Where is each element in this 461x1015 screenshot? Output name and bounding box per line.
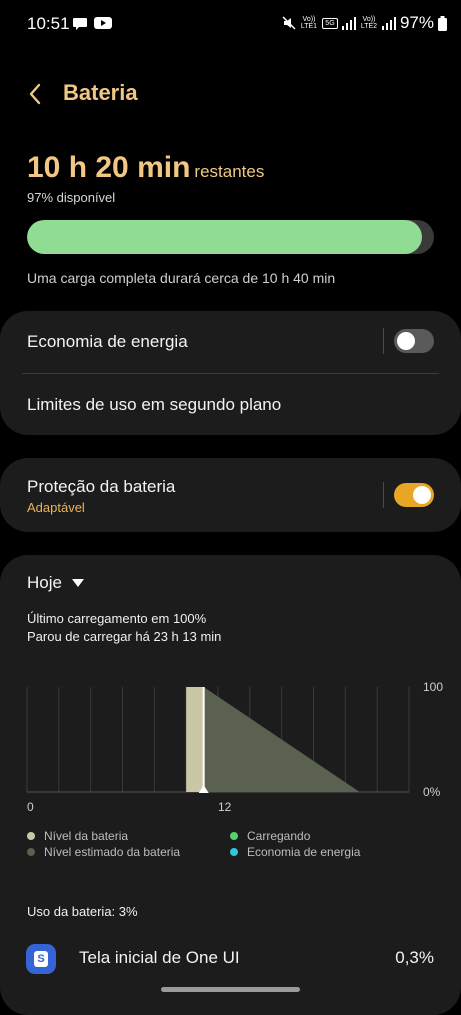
legend-label: Nível da bateria (44, 829, 129, 843)
legend-label: Economia de energia (247, 845, 361, 859)
chat-icon (73, 18, 87, 30)
legend-item: Nível estimado da bateria (27, 845, 180, 859)
legend-dot (27, 848, 35, 856)
volte1-label: Vo)) LTE1 (300, 16, 318, 30)
usage-card: Hoje Último carregamento em 100% Parou d… (0, 555, 461, 1015)
battery-protection-toggle[interactable] (394, 483, 434, 507)
series-battery-level (186, 687, 204, 792)
y-axis-top-label: 100 (423, 680, 444, 694)
navigation-handle[interactable] (161, 987, 300, 992)
legend-item: Nível da bateria (27, 829, 128, 843)
background-limits-item[interactable]: Limites de uso em segundo plano (27, 395, 281, 415)
full-charge-note: Uma carga completa durará cerca de 10 h … (27, 270, 336, 286)
battery-protection-sub: Adaptável (27, 500, 85, 515)
battery-usage-total: Uso da bateria: 3% (27, 904, 138, 919)
battery-protection-label[interactable]: Proteção da bateria (27, 477, 175, 497)
divider (383, 328, 384, 354)
dropdown-arrow-icon (71, 578, 84, 587)
mute-icon (282, 16, 296, 30)
network-5g-label: 5G (321, 17, 338, 29)
x-axis-label-0: 0 (27, 800, 34, 814)
stopped-charging-text: Parou de carregar há 23 h 13 min (27, 629, 222, 644)
page-title: Bateria (63, 80, 138, 105)
legend-dot (230, 832, 238, 840)
power-saving-toggle[interactable] (394, 329, 434, 353)
status-time: 10:51 (27, 14, 70, 33)
notification-icons (72, 16, 112, 30)
row-divider (22, 373, 439, 374)
battery-level-fill (27, 220, 422, 254)
battery-percent: 97% (399, 13, 434, 32)
app-usage-row[interactable]: S Tela inicial de One UI 0,3% (0, 938, 461, 982)
available-text: 97% disponível (27, 190, 116, 205)
app-percent: 0,3% (395, 948, 434, 967)
divider (383, 482, 384, 508)
one-ui-home-icon: S (26, 944, 56, 974)
settings-card-2: Proteção da bateria Adaptável (0, 458, 461, 532)
y-axis-bottom-label: 0% (423, 785, 441, 799)
legend-item: Economia de energia (230, 845, 360, 859)
last-charge-text: Último carregamento em 100% (27, 611, 207, 626)
status-bar: 10:51 Vo)) LTE1 5G Vo)) LTE2 97% (0, 0, 461, 48)
volte2-label: Vo)) LTE2 (360, 16, 378, 30)
toggle-knob (413, 486, 431, 504)
app-name: Tela inicial de One UI (79, 948, 240, 967)
remaining-time-value: 10 h 20 min (27, 151, 191, 184)
legend-label: Nível estimado da bateria (44, 845, 181, 859)
x-axis-label-12: 12 (218, 800, 232, 814)
battery-level-bar (27, 220, 434, 254)
back-icon[interactable] (26, 82, 46, 106)
signal2-icon (381, 16, 396, 30)
signal1-icon (341, 16, 356, 30)
battery-icon (438, 15, 447, 31)
remaining-time-suffix: restantes (194, 162, 265, 181)
legend-dot (230, 848, 238, 856)
status-right: Vo)) LTE1 5G Vo)) LTE2 97% (282, 13, 447, 33)
period-label: Hoje (27, 573, 62, 592)
period-dropdown[interactable]: Hoje (27, 573, 84, 593)
youtube-icon (94, 17, 112, 29)
legend-label: Carregando (247, 829, 311, 843)
power-saving-label: Economia de energia (27, 332, 188, 351)
remaining-time: 10 h 20 min restantes (27, 151, 264, 185)
settings-card-1: Economia de energia Limites de uso em se… (0, 311, 461, 435)
legend-item: Carregando (230, 829, 310, 843)
legend-dot (27, 832, 35, 840)
toggle-knob (397, 332, 415, 350)
